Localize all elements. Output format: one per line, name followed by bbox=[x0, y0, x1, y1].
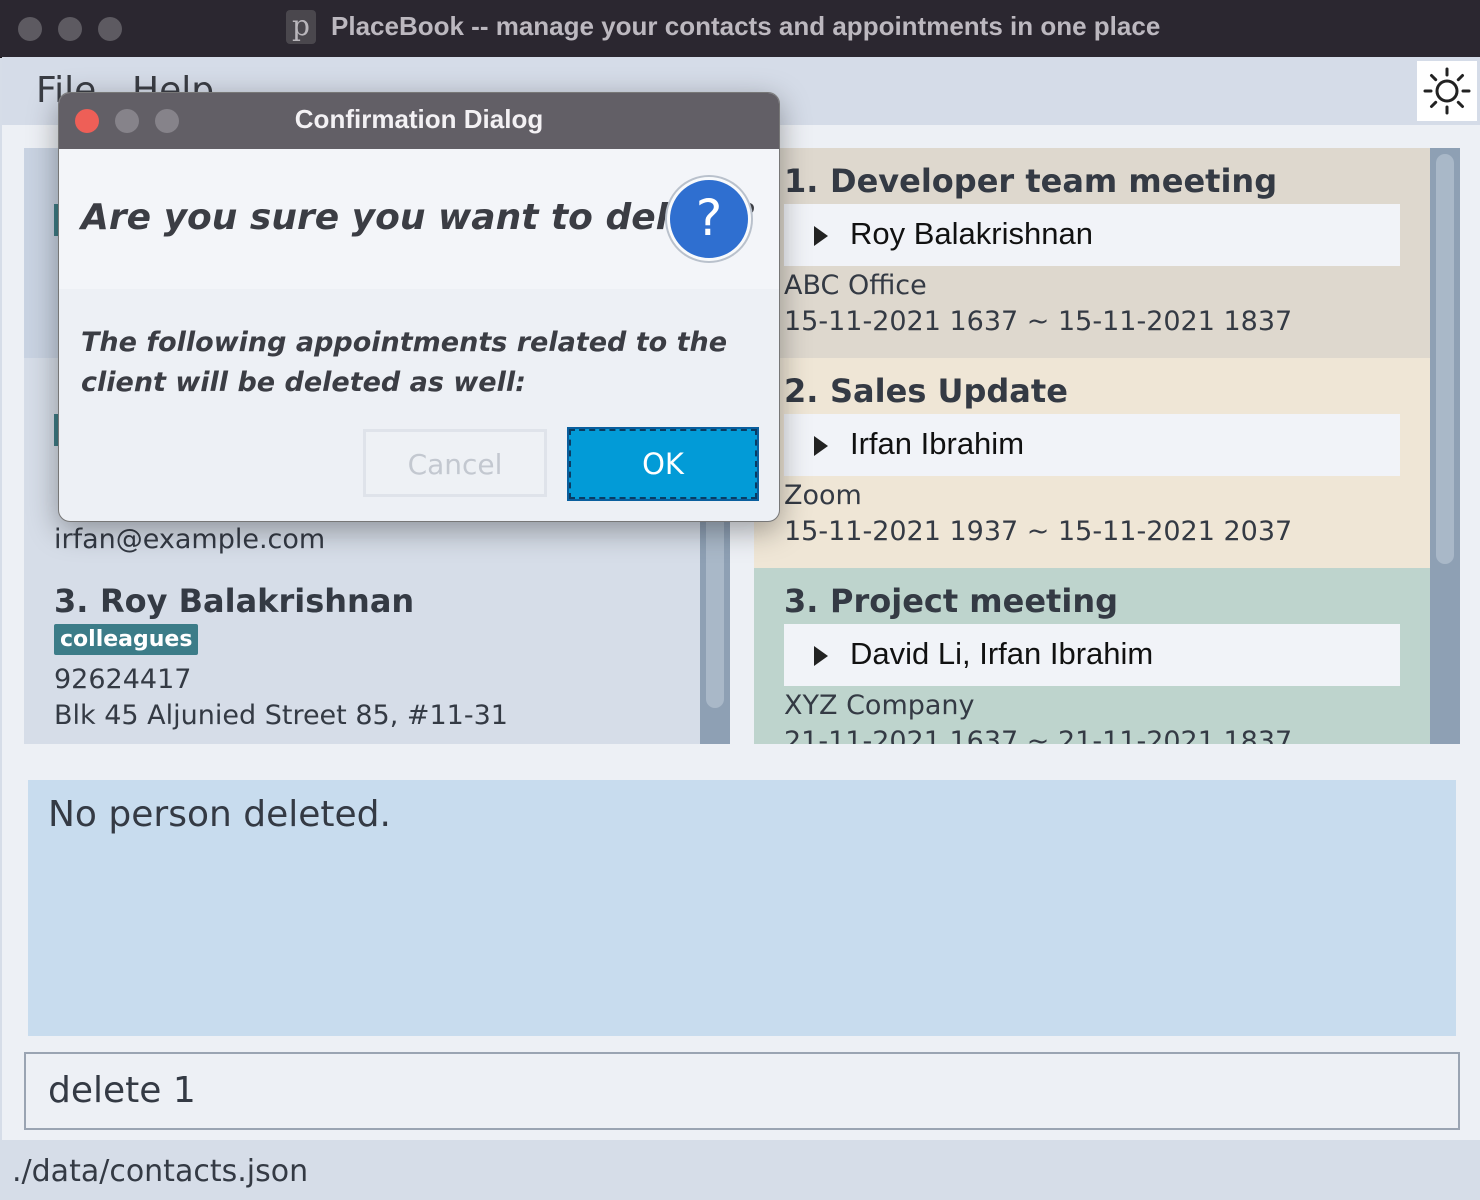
person-address: Blk 45 Aljunied Street 85, #11-31 bbox=[54, 700, 508, 731]
confirmation-dialog: Confirmation Dialog Are you sure you wan… bbox=[58, 92, 780, 522]
zoom-window-button[interactable] bbox=[98, 17, 122, 41]
attendee-names: Irfan Ibrahim bbox=[850, 426, 1025, 461]
appointment-location: XYZ Company bbox=[784, 690, 975, 721]
appointment-title: Sales Update bbox=[830, 372, 1068, 410]
dialog-question: Are you sure you want to delete? bbox=[81, 197, 755, 238]
appointment-title: Developer team meeting bbox=[830, 162, 1278, 200]
app-icon: p bbox=[286, 10, 316, 44]
ok-button[interactable]: OK bbox=[567, 427, 759, 501]
save-location: ./data/contacts.json bbox=[12, 1154, 309, 1189]
triangle-right-icon bbox=[814, 646, 828, 666]
tag-colleagues: colleagues bbox=[54, 624, 199, 655]
minimize-window-button[interactable] bbox=[58, 17, 82, 41]
person-name: Roy Balakrishnan bbox=[100, 582, 415, 620]
cancel-button[interactable]: Cancel bbox=[363, 429, 547, 497]
triangle-right-icon bbox=[814, 436, 828, 456]
dialog-header: Are you sure you want to delete? ? bbox=[59, 149, 779, 289]
person-card[interactable]: 3. Roy Balakrishnan colleagues 92624417 … bbox=[24, 568, 700, 744]
appointment-index: 3. bbox=[784, 582, 819, 620]
question-mark-icon: ? bbox=[667, 177, 751, 261]
appointment-time: 21-11-2021 1637 ~ 21-11-2021 1837 bbox=[784, 726, 1293, 744]
scrollbar-thumb[interactable] bbox=[1436, 154, 1454, 564]
command-box[interactable]: delete 1 bbox=[24, 1052, 1460, 1130]
person-phone: 92624417 bbox=[54, 664, 192, 695]
command-input[interactable]: delete 1 bbox=[48, 1070, 196, 1111]
attendee-dropdown[interactable]: Roy Balakrishnan bbox=[784, 204, 1400, 266]
appointment-card[interactable]: 2. Sales Update Irfan Ibrahim Zoom 15-11… bbox=[754, 358, 1430, 568]
appointment-location: ABC Office bbox=[784, 270, 927, 301]
dialog-content: The following appointments related to th… bbox=[81, 327, 728, 398]
person-email: irfan@example.com bbox=[54, 524, 326, 555]
appointment-location: Zoom bbox=[784, 480, 862, 511]
appointment-time: 15-11-2021 1937 ~ 15-11-2021 2037 bbox=[784, 516, 1293, 547]
close-window-button[interactable] bbox=[18, 17, 42, 41]
window-titlebar: p PlaceBook -- manage your contacts and … bbox=[0, 0, 1480, 58]
theme-toggle-button[interactable] bbox=[1417, 61, 1477, 121]
dialog-title: Confirmation Dialog bbox=[294, 104, 544, 134]
appointment-card[interactable]: 3. Project meeting David Li, Irfan Ibrah… bbox=[754, 568, 1430, 744]
dialog-titlebar: Confirmation Dialog bbox=[59, 93, 779, 149]
status-bar: ./data/contacts.json bbox=[2, 1140, 1480, 1200]
person-index: 3. bbox=[54, 582, 89, 620]
attendee-dropdown[interactable]: Irfan Ibrahim bbox=[784, 414, 1400, 476]
attendee-dropdown[interactable]: David Li, Irfan Ibrahim bbox=[784, 624, 1400, 686]
appointment-list-scrollbar[interactable] bbox=[1430, 148, 1460, 744]
appointment-title: Project meeting bbox=[830, 582, 1118, 620]
window-title: PlaceBook -- manage your contacts and ap… bbox=[331, 11, 1161, 41]
appointment-index: 1. bbox=[784, 162, 819, 200]
result-display: No person deleted. bbox=[28, 780, 1456, 1036]
sun-icon bbox=[1423, 67, 1471, 115]
result-message: No person deleted. bbox=[48, 794, 391, 835]
appointment-list-panel[interactable]: 1. Developer team meeting Roy Balakrishn… bbox=[754, 148, 1460, 744]
appointment-card[interactable]: 1. Developer team meeting Roy Balakrishn… bbox=[754, 148, 1430, 358]
appointment-time: 15-11-2021 1637 ~ 15-11-2021 1837 bbox=[784, 306, 1293, 337]
appointment-index: 2. bbox=[784, 372, 819, 410]
triangle-right-icon bbox=[814, 226, 828, 246]
attendee-names: David Li, Irfan Ibrahim bbox=[850, 636, 1154, 671]
attendee-names: Roy Balakrishnan bbox=[850, 216, 1093, 251]
